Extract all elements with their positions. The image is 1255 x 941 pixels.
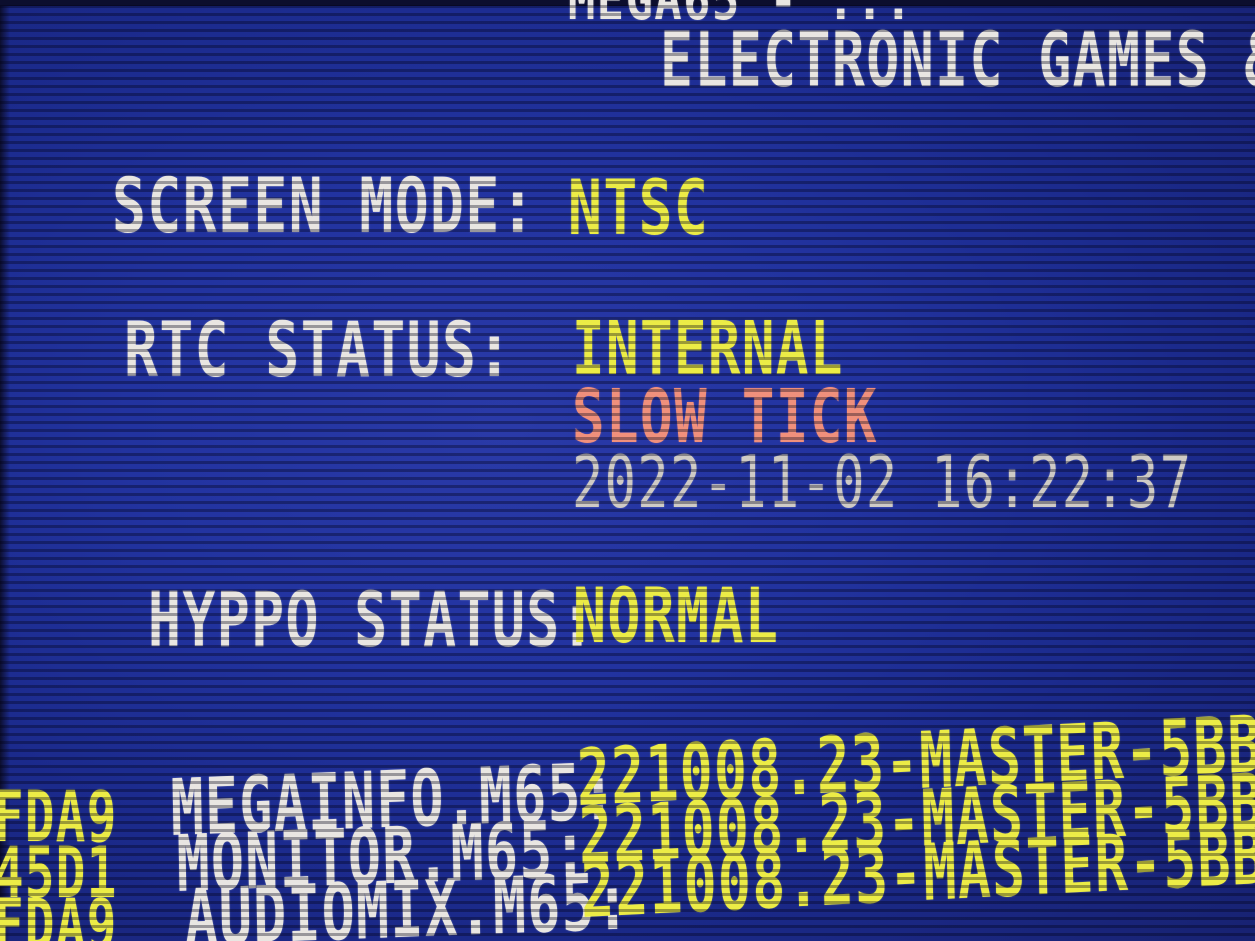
crt-screen: MEGA65 - ... ELECTRONIC GAMES & A SCREEN… — [0, 0, 1255, 941]
screen-mode-value: NTSC — [568, 163, 710, 252]
hyppo-status-value: NORMAL — [573, 571, 780, 660]
rtc-status-label: RTC STATUS: — [124, 305, 513, 394]
version-row-file: AUDIOMIX.M65: — [183, 857, 631, 941]
rtc-datetime: 2022-11-02 16:22:37 — [572, 440, 1193, 524]
version-row-left-fragment: FDA9 — [0, 884, 118, 941]
header-line-2: ELECTRONIC GAMES & A — [660, 15, 1255, 104]
screen-mode-label: SCREEN MODE: — [112, 161, 537, 250]
hyppo-status-label: HYPPO STATUS: — [148, 575, 595, 664]
